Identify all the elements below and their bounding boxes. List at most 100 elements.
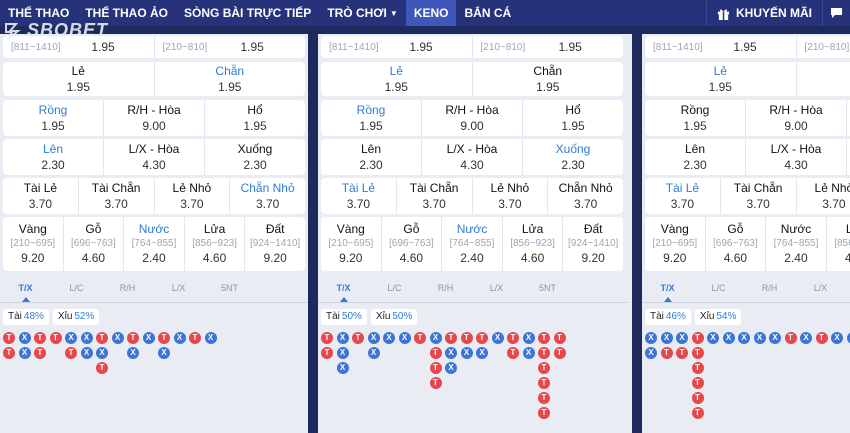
chat-button[interactable]: [822, 0, 850, 26]
tab-lc[interactable]: L/C: [369, 283, 420, 303]
tab-rh[interactable]: R/H: [420, 283, 471, 303]
bet-cell[interactable]: R/H - Hòa 9.00: [104, 100, 205, 136]
element-bet-row: Vàng [210~695] 9.20 Gỗ [696~763] 4.60 Nước [764…: [321, 217, 623, 271]
bet-cell[interactable]: L/X - Hòa 4.30: [746, 139, 847, 175]
tab-rh[interactable]: R/H: [102, 283, 153, 303]
odds-value: 9.20: [21, 251, 45, 265]
bet-cell[interactable]: Lửa [856~923] 4.60: [185, 217, 246, 271]
bet-label: Rồng: [680, 102, 710, 117]
bet-cell[interactable]: Nước [764~855] 2.40: [124, 217, 185, 271]
bet-cell[interactable]: Tài Lẻ 3.70: [321, 178, 397, 214]
bet-cell[interactable]: Gỗ [696~763] 4.60: [706, 217, 767, 271]
bet-label: Gỗ: [403, 222, 420, 236]
tab-lx[interactable]: L/X: [471, 283, 522, 303]
bet-cell[interactable]: L/X - Hòa 4.30: [104, 139, 205, 175]
bet-cell[interactable]: Tài Chẵn 3.70: [397, 178, 473, 214]
bet-cell[interactable]: Nước [764~855] 2.40: [442, 217, 503, 271]
nav-keno[interactable]: KENO: [405, 0, 457, 26]
stat-label: Tài: [650, 311, 664, 322]
nav-tro-choi[interactable]: TRÒ CHƠI ▼: [319, 0, 406, 26]
bet-cell[interactable]: Lẻ 1.95: [3, 62, 155, 96]
bet-label: Chẵn: [215, 63, 245, 78]
bet-cell[interactable]: Nước [764~855] 2.40: [766, 217, 827, 271]
bet-cell[interactable]: R/H - Hòa 9.00: [422, 100, 523, 136]
bet-cell[interactable]: Tài Lẻ 3.70: [3, 178, 79, 214]
bet-cell[interactable]: [210~810]1.95: [155, 36, 306, 58]
bet-cell[interactable]: [210~810]1.95: [797, 36, 850, 58]
stat-badge: Xỉu 54%: [694, 309, 742, 325]
bet-cell[interactable]: Vàng [210~695] 9.20: [321, 217, 382, 271]
tab-tx[interactable]: T/X: [0, 283, 51, 303]
bet-cell[interactable]: [210~810]1.95: [473, 36, 624, 58]
bet-cell[interactable]: Đất [924~1410] 9.20: [563, 217, 623, 271]
bet-cell[interactable]: Hổ1.95: [523, 100, 623, 136]
tab-5nt[interactable]: 5NT: [522, 283, 573, 303]
range-label: [210~695]: [652, 238, 698, 249]
tab-5nt[interactable]: 5NT: [204, 283, 255, 303]
bet-cell[interactable]: Xuống2.30: [205, 139, 305, 175]
bet-cell[interactable]: Chẵn Nhỏ 3.70: [548, 178, 623, 214]
bet-cell[interactable]: Lên 2.30: [3, 139, 104, 175]
bet-cell[interactable]: Gỗ [696~763] 4.60: [382, 217, 443, 271]
bead-xiu: X: [142, 332, 155, 344]
tab-tx[interactable]: T/X: [642, 283, 693, 303]
bet-cell[interactable]: Lẻ Nhỏ 3.70: [473, 178, 549, 214]
bet-cell[interactable]: [811~1410] 1.95: [321, 36, 473, 58]
odds-value: 1.95: [218, 79, 242, 94]
odds-value: 9.00: [460, 118, 484, 133]
bet-label: Lẻ: [389, 63, 403, 78]
bet-cell[interactable]: Vàng [210~695] 9.20: [645, 217, 706, 271]
nav-song-bai-truc-tiep[interactable]: SÒNG BÀI TRỰC TIẾP: [176, 0, 319, 26]
bet-cell[interactable]: Lên 2.30: [645, 139, 746, 175]
logo-mark-icon: [5, 22, 21, 40]
tab-lx[interactable]: L/X: [153, 283, 204, 303]
bet-cell[interactable]: Lửa [856~923] 4.60: [503, 217, 564, 271]
bet-label: Rồng: [356, 102, 386, 117]
bead-tai: T: [429, 347, 442, 359]
bet-cell[interactable]: Rồng 1.95: [645, 100, 746, 136]
promo-button[interactable]: KHUYẾN MÃI: [705, 0, 822, 26]
bead-xiu: X: [445, 347, 457, 359]
bet-label: Xuống: [555, 141, 591, 156]
odds-value: 9.20: [663, 251, 687, 265]
bet-cell[interactable]: Chẵn1.95: [155, 62, 306, 96]
bet-cell[interactable]: Chẵn1.95: [473, 62, 624, 96]
range-odds-row: [811~1410] 1.95 [210~810]1.95: [645, 36, 850, 58]
bet-cell[interactable]: Lẻ 1.95: [645, 62, 797, 96]
bet-cell[interactable]: Lên 2.30: [321, 139, 422, 175]
bet-cell[interactable]: Xuống2.30: [523, 139, 623, 175]
bet-cell[interactable]: Rồng 1.95: [321, 100, 422, 136]
bet-cell[interactable]: Tài Chẵn 3.70: [721, 178, 797, 214]
bet-cell[interactable]: Tài Lẻ 3.70: [645, 178, 721, 214]
bead-xiu: X: [738, 332, 750, 344]
bet-cell[interactable]: Chẵn1.95: [797, 62, 850, 96]
bet-row: Lên2.30L/X - Hòa4.30Xuống2.30: [321, 139, 623, 175]
bet-cell[interactable]: Lửa [856~923] 4.60: [827, 217, 850, 271]
bet-label: L/X - Hòa: [446, 141, 498, 156]
tab-lc[interactable]: L/C: [51, 283, 102, 303]
bet-cell[interactable]: Lẻ 1.95: [321, 62, 473, 96]
bet-cell[interactable]: [811~1410] 1.95: [645, 36, 797, 58]
bet-cell[interactable]: Gỗ [696~763] 4.60: [64, 217, 125, 271]
bet-row: Lẻ1.95Chẵn1.95: [3, 62, 305, 96]
bet-label: R/H - Hòa: [769, 102, 823, 117]
bet-cell[interactable]: Chẵn Nhỏ 3.70: [230, 178, 305, 214]
bet-cell[interactable]: Đất [924~1410] 9.20: [245, 217, 305, 271]
bet-cell[interactable]: Vàng [210~695] 9.20: [3, 217, 64, 271]
tab-lx[interactable]: L/X: [795, 283, 846, 303]
tab-rh[interactable]: R/H: [744, 283, 795, 303]
bet-cell[interactable]: Tài Chẵn 3.70: [79, 178, 155, 214]
tab-lc[interactable]: L/C: [693, 283, 744, 303]
tab-tx[interactable]: T/X: [318, 283, 369, 303]
bet-row: Lên2.30L/X - Hòa4.30Xuống2.30: [645, 139, 850, 175]
bet-cell[interactable]: R/H - Hòa 9.00: [746, 100, 847, 136]
bet-cell[interactable]: Hổ1.95: [205, 100, 305, 136]
nav-ban-ca[interactable]: BẮN CÁ: [456, 0, 519, 26]
bet-cell[interactable]: Lẻ Nhỏ 3.70: [155, 178, 231, 214]
tab-5nt[interactable]: 5NT: [846, 283, 850, 303]
bet-cell[interactable]: L/X - Hòa 4.30: [422, 139, 523, 175]
bead-xiu: X: [846, 332, 850, 344]
bet-cell[interactable]: Lẻ Nhỏ 3.70: [797, 178, 850, 214]
bet-cell[interactable]: Rồng 1.95: [3, 100, 104, 136]
bet-label: Đất: [583, 222, 603, 236]
